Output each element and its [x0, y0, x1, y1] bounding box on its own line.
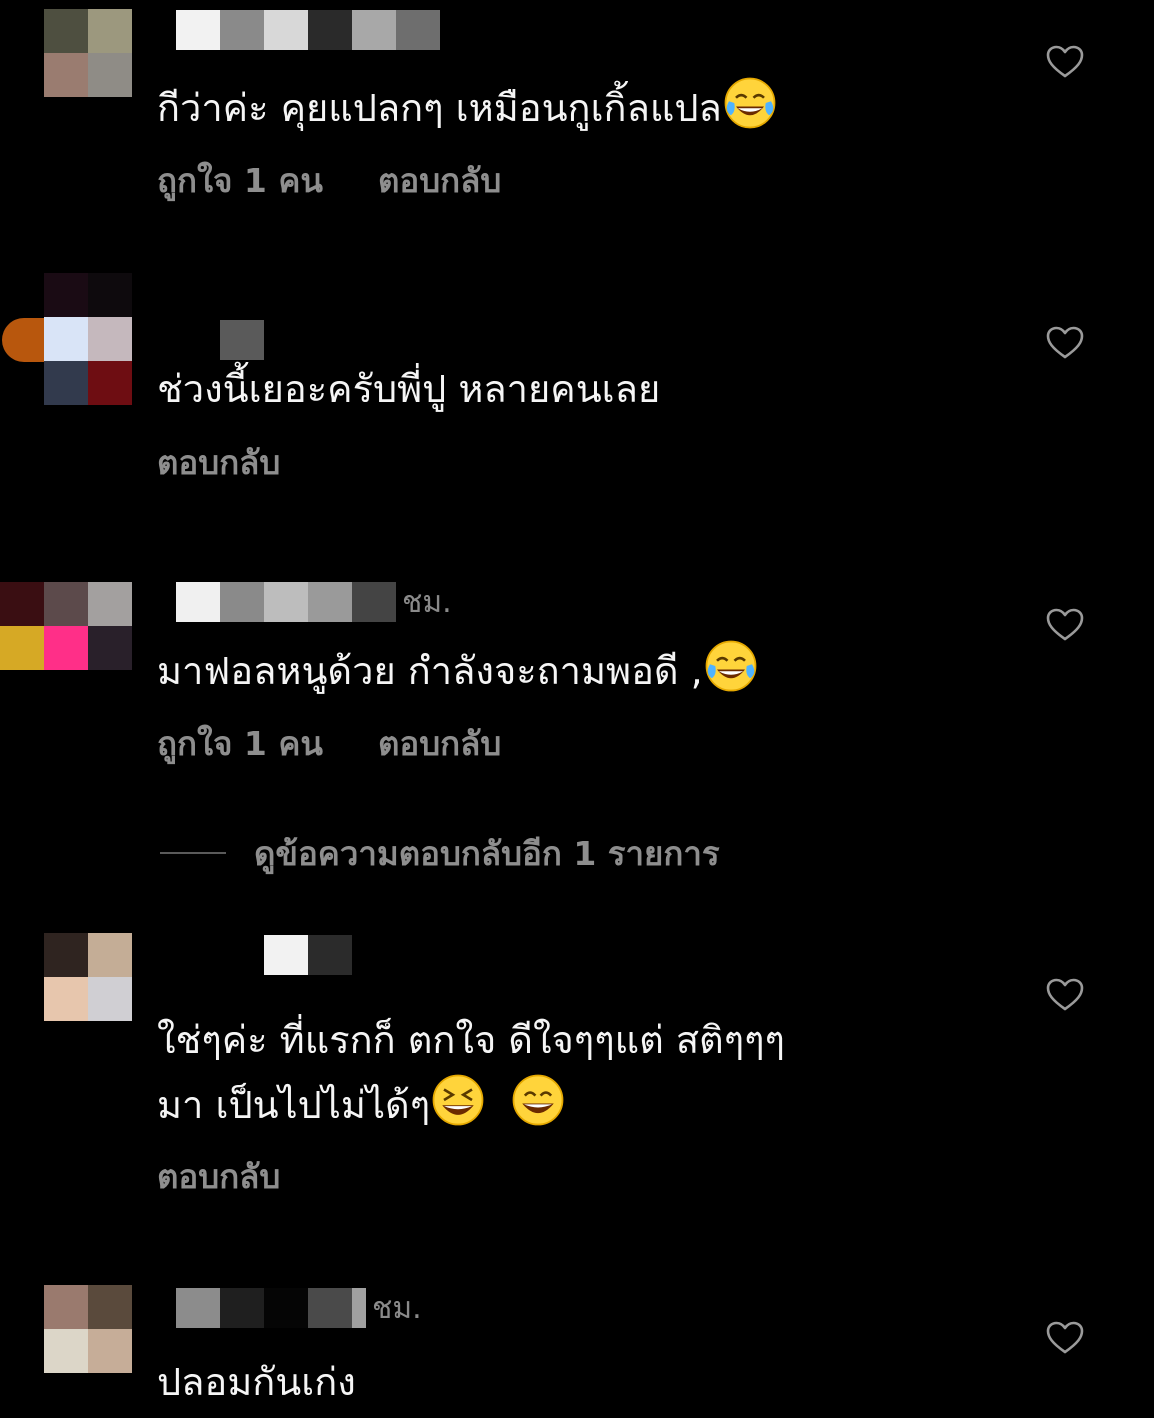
avatar-tile — [88, 933, 132, 977]
comment-time: ชม. — [372, 1290, 422, 1326]
avatar-tile — [88, 582, 132, 626]
view-more-replies-button[interactable]: ดูข้อความตอบกลับอีก 1 รายการ — [160, 828, 720, 878]
avatar-tile — [88, 361, 132, 405]
redaction-block — [264, 1288, 308, 1328]
avatar-tile — [88, 977, 132, 1021]
redaction-block — [264, 10, 308, 50]
avatar-tile — [44, 9, 88, 53]
likes-count[interactable]: ถูกใจ 1 คน — [157, 154, 323, 207]
comment-text: ปลอมกันเก่ง — [157, 1350, 356, 1414]
redaction-block — [220, 1288, 264, 1328]
reply-button[interactable]: ตอบกลับ — [378, 154, 501, 207]
redaction-block — [264, 582, 308, 622]
redaction-block — [176, 582, 220, 622]
avatar-tile — [88, 1329, 132, 1373]
avatar-tile — [88, 9, 132, 53]
redaction-block — [176, 1288, 220, 1328]
face-with-tears-of-joy-icon — [724, 77, 776, 129]
heart-icon[interactable] — [1046, 45, 1084, 79]
avatar-tile — [0, 626, 44, 670]
redaction-block — [352, 10, 396, 50]
avatar-tile — [44, 53, 88, 97]
avatar-tile — [44, 977, 88, 1021]
heart-icon[interactable] — [1046, 1321, 1084, 1355]
redaction-block — [308, 935, 352, 975]
redaction-block — [352, 582, 396, 622]
redaction-block — [396, 10, 440, 50]
redaction-block — [176, 10, 220, 50]
view-more-replies-label: ดูข้อความตอบกลับอีก 1 รายการ — [254, 833, 720, 873]
avatar-tile — [88, 53, 132, 97]
avatar-tile — [88, 317, 132, 361]
comment-meta: ตอบกลับ — [157, 437, 280, 487]
comment-text-content: ช่วงนี้เยอะครับพี่ปู หลายคนเลย — [157, 367, 661, 411]
heart-icon[interactable] — [1046, 978, 1084, 1012]
avatar-tile — [44, 582, 88, 626]
avatar-tile — [44, 1285, 88, 1329]
face-with-tears-of-joy-icon — [705, 640, 757, 692]
comment-text: กีว่าค่ะ คุยแปลกๆ เหมือนกูเกิ้ลแปล — [157, 75, 778, 140]
avatar[interactable] — [44, 9, 132, 97]
divider-line — [160, 852, 226, 854]
comment-text-content: มา เป็นไปไม่ได้ๆ — [157, 1083, 431, 1127]
redaction-block — [308, 10, 352, 50]
avatar-tile — [88, 273, 132, 317]
avatar-tile — [0, 582, 44, 626]
comment-meta: ถูกใจ 1 คน ตอบกลับ — [157, 155, 501, 205]
username-redacted[interactable]: ชม. — [176, 580, 452, 624]
heart-icon[interactable] — [1046, 326, 1084, 360]
redaction-block — [132, 10, 176, 50]
comment-text-content: ใช่ๆค่ะ ที่แรกก็ ตกใจ ดีใจๆๆแต่ สติๆๆๆ — [157, 1018, 785, 1062]
avatar-tile — [44, 273, 88, 317]
avatar-tile — [44, 361, 88, 405]
comment-text: ใช่ๆค่ะ ที่แรกก็ ตกใจ ดีใจๆๆแต่ สติๆๆๆ — [157, 1008, 785, 1072]
avatar-tile — [44, 317, 88, 361]
redaction-block — [264, 935, 308, 975]
reply-button[interactable]: ตอบกลับ — [157, 1150, 280, 1203]
avatar-tile — [88, 626, 132, 670]
comment-time: ชม. — [402, 584, 452, 620]
redaction-block — [352, 1288, 366, 1328]
comment-text: มาฟอลหนูด้วย กำลังจะถามพอดี , — [157, 638, 759, 703]
heart-icon[interactable] — [1046, 608, 1084, 642]
avatar-edge — [2, 318, 44, 362]
username-redacted[interactable] — [220, 318, 264, 362]
comment-meta: ตอบกลับ — [157, 1151, 280, 1201]
likes-count[interactable]: ถูกใจ 1 คน — [157, 717, 323, 770]
redaction-block — [220, 320, 264, 360]
avatar-tile — [88, 1285, 132, 1329]
avatar-tile — [44, 933, 88, 977]
grinning-squinting-face-icon — [432, 1074, 484, 1126]
avatar[interactable] — [44, 273, 132, 405]
avatar[interactable] — [44, 933, 132, 1021]
comment-text-line2: มา เป็นไปไม่ได้ๆ — [157, 1072, 566, 1137]
comment-text-content: ปลอมกันเก่ง — [157, 1360, 356, 1404]
username-redacted[interactable] — [264, 933, 352, 977]
username-redacted[interactable]: ชม. — [176, 1286, 422, 1330]
avatar-tile — [44, 1329, 88, 1373]
reply-button[interactable]: ตอบกลับ — [157, 436, 280, 489]
redaction-block — [220, 10, 264, 50]
username-redacted[interactable] — [132, 8, 440, 52]
avatar[interactable] — [0, 582, 132, 670]
comment-text-content: มาฟอลหนูด้วย กำลังจะถามพอดี , — [157, 649, 703, 693]
grinning-face-with-smiling-eyes-icon — [512, 1074, 564, 1126]
reply-button[interactable]: ตอบกลับ — [378, 717, 501, 770]
comment-text: ช่วงนี้เยอะครับพี่ปู หลายคนเลย — [157, 357, 660, 421]
avatar[interactable] — [44, 1285, 132, 1373]
redaction-block — [220, 582, 264, 622]
comment-meta: ถูกใจ 1 คน ตอบกลับ — [157, 718, 501, 768]
redaction-block — [308, 582, 352, 622]
avatar-tile — [44, 626, 88, 670]
comment-text-content: กีว่าค่ะ คุยแปลกๆ เหมือนกูเกิ้ลแปล — [157, 86, 722, 130]
redaction-block — [308, 1288, 352, 1328]
